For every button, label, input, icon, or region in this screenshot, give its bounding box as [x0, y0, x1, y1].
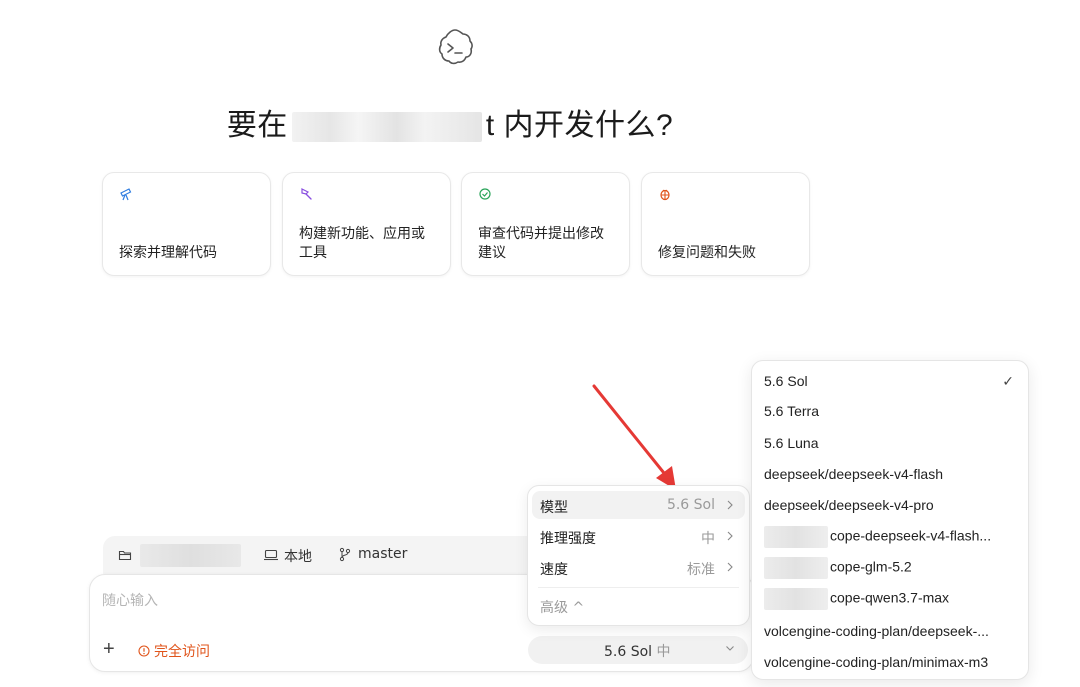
suggestion-card-explore[interactable]: 探索并理解代码 [102, 172, 271, 276]
title-prefix: 要在 [226, 109, 288, 142]
model-list-menu: 5.6 Sol ✓ 5.6 Terra 5.6 Luna deepseek/de… [751, 360, 1029, 680]
add-attachment-button[interactable]: + [103, 638, 115, 661]
model-selector-button[interactable]: 5.6 Sol 中 [528, 636, 748, 664]
model-option-label: cope-deepseek-v4-flash... [830, 527, 992, 544]
alert-circle-icon [138, 645, 150, 657]
page-title: 要在 t 内开发什么? [0, 100, 900, 144]
branch-label[interactable]: master [358, 546, 407, 562]
model-option[interactable]: 5.6 Sol [764, 373, 808, 389]
model-option[interactable]: 5.6 Terra [764, 403, 819, 419]
model-effort: 中 [656, 644, 671, 660]
suggestion-label: 构建新功能、应用或工具 [299, 226, 425, 261]
folder-icon[interactable] [118, 548, 132, 562]
annotation-arrow-icon [592, 384, 676, 490]
chevron-down-icon [726, 646, 734, 651]
hammer-icon [301, 188, 312, 200]
redacted-folder-name[interactable] [140, 544, 241, 567]
redacted-prefix [764, 557, 828, 579]
settings-menu: 模型 5.6 Sol 推理强度 中 速度 标准 高级 ^ [527, 485, 750, 626]
menu-item-value: 5.6 Sol [666, 497, 715, 513]
model-name: 5.6 Sol [604, 644, 653, 660]
model-option[interactable]: volcengine-coding-plan/minimax-m3 [764, 654, 988, 670]
menu-item-label: 推理强度 [540, 531, 596, 547]
full-access-button[interactable]: 完全访问 [138, 641, 210, 661]
branch-icon [339, 547, 351, 562]
model-option[interactable]: 5.6 Luna [764, 435, 819, 451]
chevron-right-icon [727, 562, 733, 572]
redacted-project-name [291, 112, 482, 143]
suggestion-card-build[interactable]: 构建新功能、应用或工具 [282, 172, 451, 276]
menu-item-label: 模型 [540, 500, 568, 516]
suggestion-card-review[interactable]: 审查代码并提出修改建议 [461, 172, 630, 276]
suggestion-card-fix[interactable]: 修复问题和失败 [641, 172, 810, 276]
access-label: 完全访问 [154, 644, 210, 660]
redacted-prefix [764, 588, 828, 610]
chevron-right-icon [727, 500, 733, 510]
suggestion-label: 修复问题和失败 [658, 245, 756, 261]
advanced-toggle[interactable]: 高级 ^ [540, 597, 584, 617]
prompt-input-placeholder[interactable]: 随心输入 [102, 590, 158, 610]
menu-item-value: 中 [701, 531, 715, 547]
model-option-masked[interactable]: cope-qwen3.7-max [764, 588, 949, 610]
telescope-icon [120, 188, 132, 201]
model-option-label: cope-qwen3.7-max [830, 589, 950, 606]
model-selector-label: 5.6 Sol 中 [604, 641, 671, 661]
menu-item-reasoning[interactable]: 推理强度 中 [532, 522, 745, 550]
menu-item-label: 速度 [540, 562, 568, 578]
model-option-label: cope-glm-5.2 [830, 558, 912, 575]
review-icon [479, 188, 491, 200]
laptop-icon [264, 549, 278, 561]
menu-item-model[interactable]: 模型 5.6 Sol [532, 491, 745, 519]
menu-item-speed[interactable]: 速度 标准 [532, 553, 745, 581]
suggestion-label: 探索并理解代码 [119, 245, 217, 261]
model-option[interactable]: volcengine-coding-plan/deepseek-... [764, 623, 989, 639]
bug-icon [660, 189, 670, 201]
menu-item-value: 标准 [687, 562, 715, 578]
model-option-masked[interactable]: cope-deepseek-v4-flash... [764, 526, 991, 548]
chevron-right-icon [727, 531, 733, 541]
model-option[interactable]: deepseek/deepseek-v4-flash [764, 466, 943, 482]
model-option-masked[interactable]: cope-glm-5.2 [764, 557, 912, 579]
location-label[interactable]: 本地 [284, 546, 312, 566]
model-option[interactable]: deepseek/deepseek-v4-pro [764, 497, 934, 513]
app-logo-icon [438, 29, 473, 65]
title-suffix: t 内开发什么? [485, 109, 674, 142]
redacted-prefix [764, 526, 828, 548]
menu-divider [538, 587, 739, 588]
checkmark-icon: ✓ [1002, 373, 1014, 389]
suggestion-label: 审查代码并提出修改建议 [478, 226, 604, 261]
project-toolbar: 本地 master [103, 536, 553, 574]
